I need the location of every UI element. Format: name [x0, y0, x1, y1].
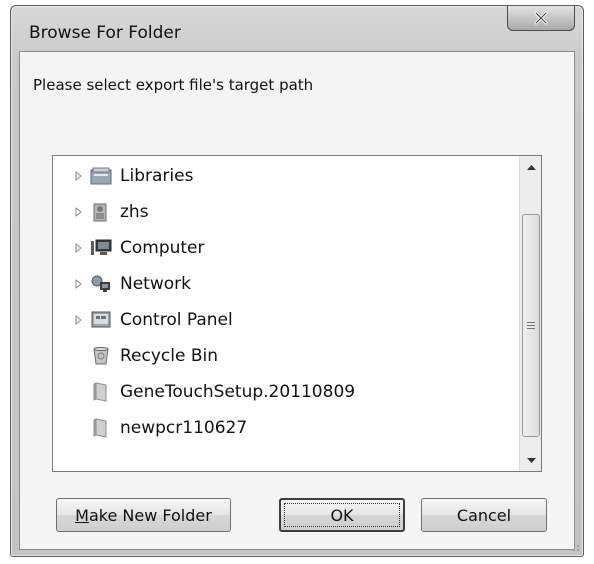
close-button[interactable]: [507, 6, 575, 31]
tree-item-label: GeneTouchSetup.20110809: [120, 382, 356, 402]
folder-icon: [90, 381, 112, 403]
cancel-button[interactable]: Cancel: [421, 498, 547, 532]
folder-icon: [90, 417, 112, 439]
tree-item-label: Control Panel: [120, 310, 233, 330]
expand-arrow-icon[interactable]: [72, 205, 86, 219]
focus-rectangle: [284, 503, 400, 527]
libraries-icon: [90, 165, 112, 187]
folder-tree-list: Libraries zhs Computer Network Control P…: [53, 156, 520, 471]
button-label: Cancel: [456, 505, 512, 525]
tree-item-recycle-bin[interactable]: Recycle Bin: [53, 341, 513, 371]
tree-item-label: Libraries: [120, 166, 194, 186]
tree-item-control-panel[interactable]: Control Panel: [53, 305, 513, 335]
title-bar[interactable]: Browse For Folder: [11, 6, 583, 52]
ok-button[interactable]: OK: [279, 498, 405, 532]
tree-item-zhs[interactable]: zhs: [53, 197, 513, 227]
scrollbar-thumb[interactable]: [522, 214, 540, 437]
network-icon: [90, 273, 112, 295]
tree-item-genetouchsetup[interactable]: GeneTouchSetup.20110809: [53, 377, 513, 407]
tree-item-label: Network: [120, 274, 191, 294]
dialog-title: Browse For Folder: [29, 23, 181, 43]
expand-arrow-icon[interactable]: [72, 169, 86, 183]
expand-arrow-icon[interactable]: [72, 241, 86, 255]
close-icon: [534, 11, 548, 25]
computer-icon: [90, 237, 112, 259]
mnemonic-letter: M: [75, 505, 89, 525]
tree-item-label: Recycle Bin: [120, 346, 219, 366]
instruction-text: Please select export file's target path: [33, 76, 314, 94]
expand-arrow-icon[interactable]: [72, 313, 86, 327]
tree-item-label: Computer: [120, 238, 205, 258]
control-panel-icon: [90, 309, 112, 331]
vertical-scrollbar[interactable]: [519, 156, 541, 471]
tree-item-network[interactable]: Network: [53, 269, 513, 299]
make-new-folder-button[interactable]: Make New Folder: [56, 498, 231, 532]
tree-item-label: zhs: [120, 202, 149, 222]
button-label: ake New Folder: [88, 505, 212, 525]
recycle-bin-icon: [90, 345, 112, 367]
tree-item-libraries[interactable]: Libraries: [53, 161, 513, 191]
tree-item-label: newpcr110627: [120, 418, 248, 438]
resize-grip-icon[interactable]: [568, 540, 580, 552]
scroll-down-button[interactable]: [521, 451, 541, 469]
tree-item-computer[interactable]: Computer: [53, 233, 513, 263]
scroll-up-button[interactable]: [521, 158, 541, 176]
grip-icon: [527, 322, 535, 329]
tree-item-newpcr110627[interactable]: newpcr110627: [53, 413, 513, 443]
arrow-up-icon: [526, 164, 536, 170]
arrow-down-icon: [526, 457, 536, 463]
folder-tree[interactable]: Libraries zhs Computer Network Control P…: [52, 155, 542, 472]
user-folder-icon: [90, 201, 112, 223]
expand-arrow-icon[interactable]: [72, 277, 86, 291]
